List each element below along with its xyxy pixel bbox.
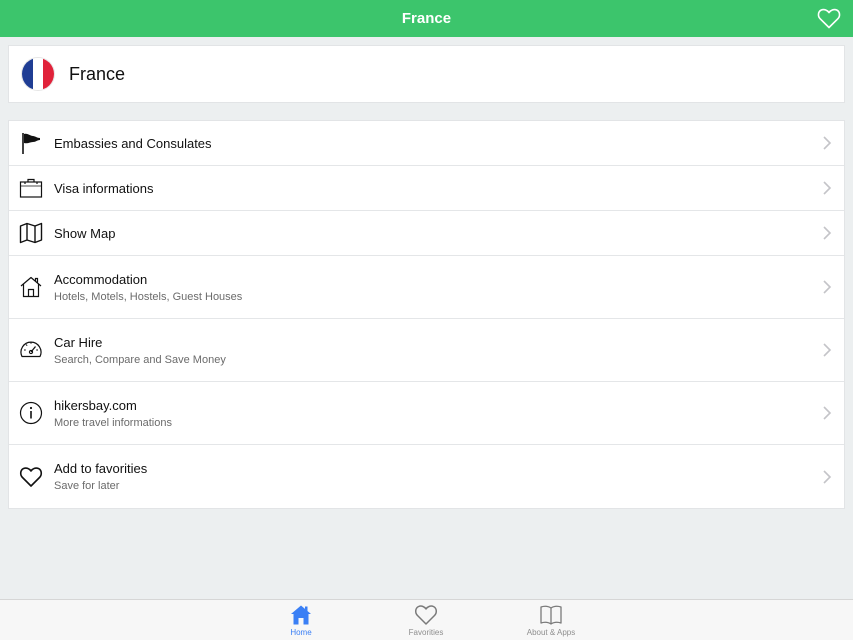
france-flag-icon <box>21 57 55 91</box>
menu-item-subtitle: Hotels, Motels, Hostels, Guest Houses <box>54 290 243 303</box>
tab-label: Favorities <box>408 628 444 637</box>
tab-favorites[interactable]: Favorities <box>386 603 466 637</box>
menu-item-subtitle: Save for later <box>54 480 120 492</box>
flag-stripe-red <box>43 58 54 90</box>
top-navigation-bar: France <box>0 0 853 37</box>
map-icon <box>19 222 43 244</box>
home-icon <box>291 605 311 625</box>
menu-item-title: Embassies and Consulates <box>54 135 212 151</box>
tab-label: Home <box>290 628 312 637</box>
menu-item-title: Visa informations <box>54 180 154 196</box>
menu-item-accommodation[interactable]: Accommodation Hotels, Motels, Hostels, G… <box>9 256 844 319</box>
chevron-right-icon <box>823 181 832 195</box>
menu-item-map[interactable]: Show Map <box>9 211 844 256</box>
flag-icon <box>22 133 40 154</box>
flag-stripe-white <box>32 58 44 90</box>
chevron-right-icon <box>823 280 832 294</box>
flag-stripe-blue <box>22 58 33 90</box>
tab-home[interactable]: Home <box>261 603 341 637</box>
heart-icon <box>19 466 43 487</box>
bottom-tab-bar: Home Favorities About & Apps <box>0 599 853 640</box>
menu-item-title: Add to favorities <box>54 461 148 476</box>
heart-icon <box>415 605 437 625</box>
chevron-right-icon <box>823 406 832 420</box>
country-header-card: France <box>8 45 845 103</box>
menu-item-title: Car Hire <box>54 334 103 350</box>
tab-label: About & Apps <box>526 628 576 637</box>
house-icon <box>20 276 42 298</box>
country-name: France <box>69 63 126 84</box>
chevron-right-icon <box>823 469 832 484</box>
page-title: France <box>401 10 452 27</box>
menu-item-subtitle: Search, Compare and Save Money <box>54 353 226 366</box>
info-icon <box>19 401 43 425</box>
menu-item-hikersbay[interactable]: hikersbay.com More travel informations <box>9 382 844 445</box>
chevron-right-icon <box>823 136 832 150</box>
chevron-right-icon <box>823 226 832 240</box>
menu-item-embassies[interactable]: Embassies and Consulates <box>9 121 844 166</box>
menu-item-title: Accommodation <box>54 271 148 287</box>
favorite-heart-icon[interactable] <box>817 7 841 29</box>
tab-about-apps[interactable]: About & Apps <box>511 603 591 637</box>
menu-item-title: hikersbay.com <box>54 397 137 413</box>
book-icon <box>540 605 562 625</box>
menu-item-title: Show Map <box>54 225 116 241</box>
chevron-right-icon <box>823 343 832 357</box>
menu-list: Embassies and Consulates Visa informatio… <box>8 120 845 509</box>
menu-item-subtitle: More travel informations <box>54 416 172 429</box>
briefcase-icon <box>19 178 43 198</box>
speedometer-icon <box>20 341 42 358</box>
menu-item-add-favorites[interactable]: Add to favorities Save for later <box>9 445 844 508</box>
menu-item-visa[interactable]: Visa informations <box>9 166 844 211</box>
menu-item-car-hire[interactable]: Car Hire Search, Compare and Save Money <box>9 319 844 382</box>
